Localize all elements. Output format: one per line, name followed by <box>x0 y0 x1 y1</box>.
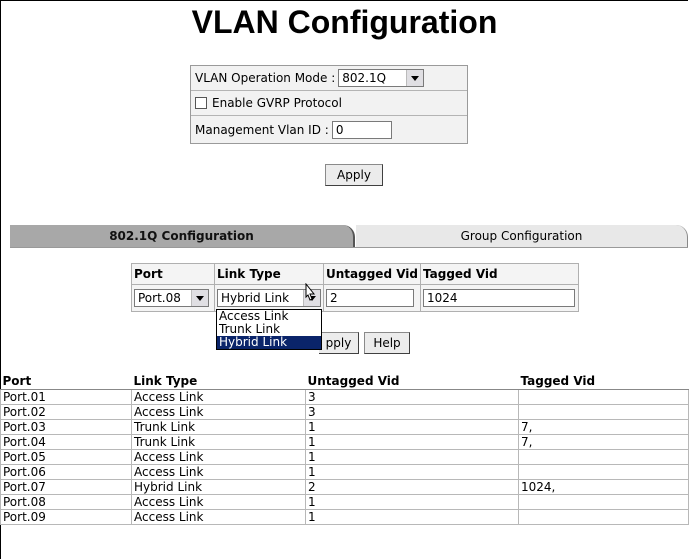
col-link-type: Link Type <box>214 263 324 285</box>
tab-divider <box>10 247 688 248</box>
table-row: Port.07 Hybrid Link 2 1024, <box>0 479 689 495</box>
row-untagged: 3 <box>305 389 519 405</box>
table-row: Port.01 Access Link 3 <box>0 389 689 405</box>
table-row: Port.09 Access Link 1 <box>0 509 689 525</box>
row-tagged <box>518 494 689 510</box>
col-untagged-vid: Untagged Vid <box>323 263 421 285</box>
row-untagged: 1 <box>305 434 519 450</box>
vlan-options-panel: VLAN Operation Mode : 802.1Q Enable GVRP… <box>190 65 468 144</box>
row-tagged <box>518 389 689 405</box>
row-port: Port.05 <box>0 449 132 465</box>
row-tagged <box>518 464 689 480</box>
row-untagged: 1 <box>305 449 519 465</box>
tab-8021q-configuration[interactable]: 802.1Q Configuration <box>10 225 355 247</box>
col-tagged-vid: Tagged Vid <box>420 263 579 285</box>
mgmt-vlan-input[interactable]: 0 <box>331 120 392 139</box>
port-cell: Port.08 <box>131 284 215 312</box>
table-row: Port.04 Trunk Link 1 7, <box>0 434 689 450</box>
config-apply-button[interactable]: pply <box>319 332 359 354</box>
row-link-type: Access Link <box>131 509 306 525</box>
link-type-value: Hybrid Link <box>221 291 290 305</box>
row-untagged: 1 <box>305 464 519 480</box>
row-link-type: Access Link <box>131 464 306 480</box>
untagged-cell: 2 <box>323 284 421 312</box>
mouse-pointer-icon <box>305 283 316 301</box>
page-title: VLAN Configuration <box>191 4 498 40</box>
chevron-down-icon <box>406 70 424 86</box>
row-tagged: 7, <box>518 434 689 450</box>
row-tagged: 7, <box>518 419 689 435</box>
row-link-type: Access Link <box>131 494 306 510</box>
row-port: Port.04 <box>0 434 132 450</box>
row-tagged <box>518 449 689 465</box>
list-col-tagged: Tagged Vid <box>518 372 689 390</box>
row-untagged: 3 <box>305 404 519 420</box>
port-config-table: Port Link Type Untagged Vid Tagged Vid P… <box>131 263 579 312</box>
row-tagged: 1024, <box>518 479 689 495</box>
list-col-untagged: Untagged Vid <box>305 372 519 390</box>
row-link-type: Trunk Link <box>131 434 306 450</box>
row-untagged: 1 <box>305 509 519 525</box>
mgmt-vlan-row: Management Vlan ID : 0 <box>191 116 467 143</box>
col-port: Port <box>131 263 215 285</box>
list-col-link-type: Link Type <box>131 372 306 390</box>
row-port: Port.07 <box>0 479 132 495</box>
row-port: Port.06 <box>0 464 132 480</box>
row-untagged: 2 <box>305 479 519 495</box>
table-row: Port.03 Trunk Link 1 7, <box>0 419 689 435</box>
vlan-mode-value: 802.1Q <box>342 71 387 85</box>
row-port: Port.03 <box>0 419 132 435</box>
row-link-type: Access Link <box>131 449 306 465</box>
row-port: Port.08 <box>0 494 132 510</box>
help-button[interactable]: Help <box>364 332 410 354</box>
row-untagged: 1 <box>305 494 519 510</box>
table-row: Port.05 Access Link 1 <box>0 449 689 465</box>
untagged-vid-input[interactable]: 2 <box>326 289 414 307</box>
gvrp-label: Enable GVRP Protocol <box>212 96 342 110</box>
gvrp-checkbox[interactable] <box>195 97 207 109</box>
vlan-mode-row: VLAN Operation Mode : 802.1Q <box>191 66 467 91</box>
tab-group-configuration[interactable]: Group Configuration <box>356 225 688 247</box>
row-tagged <box>518 404 689 420</box>
port-select-value: Port.08 <box>138 291 181 305</box>
chevron-down-icon <box>191 290 208 306</box>
gvrp-row: Enable GVRP Protocol <box>191 91 467 116</box>
port-vlan-list: Port Link Type Untagged Vid Tagged Vid P… <box>0 372 689 525</box>
tagged-vid-input[interactable]: 1024 <box>423 289 575 307</box>
row-link-type: Access Link <box>131 404 306 420</box>
mgmt-vlan-label: Management Vlan ID : <box>195 122 329 137</box>
dropdown-option-hybrid-link[interactable]: Hybrid Link <box>217 336 321 349</box>
row-untagged: 1 <box>305 419 519 435</box>
table-row: Port.08 Access Link 1 <box>0 494 689 510</box>
link-type-dropdown-list: Access Link Trunk Link Hybrid Link <box>216 309 322 350</box>
row-port: Port.02 <box>0 404 132 420</box>
vlan-mode-label: VLAN Operation Mode : <box>195 71 336 85</box>
table-row: Port.02 Access Link 3 <box>0 404 689 420</box>
port-select[interactable]: Port.08 <box>134 289 209 307</box>
row-port: Port.01 <box>0 389 132 405</box>
table-row: Port.06 Access Link 1 <box>0 464 689 480</box>
row-tagged <box>518 509 689 525</box>
vlan-mode-select[interactable]: 802.1Q <box>338 69 425 87</box>
tagged-cell: 1024 <box>420 284 579 312</box>
row-link-type: Access Link <box>131 389 306 405</box>
list-col-port: Port <box>0 372 132 390</box>
row-link-type: Trunk Link <box>131 419 306 435</box>
apply-button[interactable]: Apply <box>325 164 383 186</box>
row-port: Port.09 <box>0 509 132 525</box>
row-link-type: Hybrid Link <box>131 479 306 495</box>
